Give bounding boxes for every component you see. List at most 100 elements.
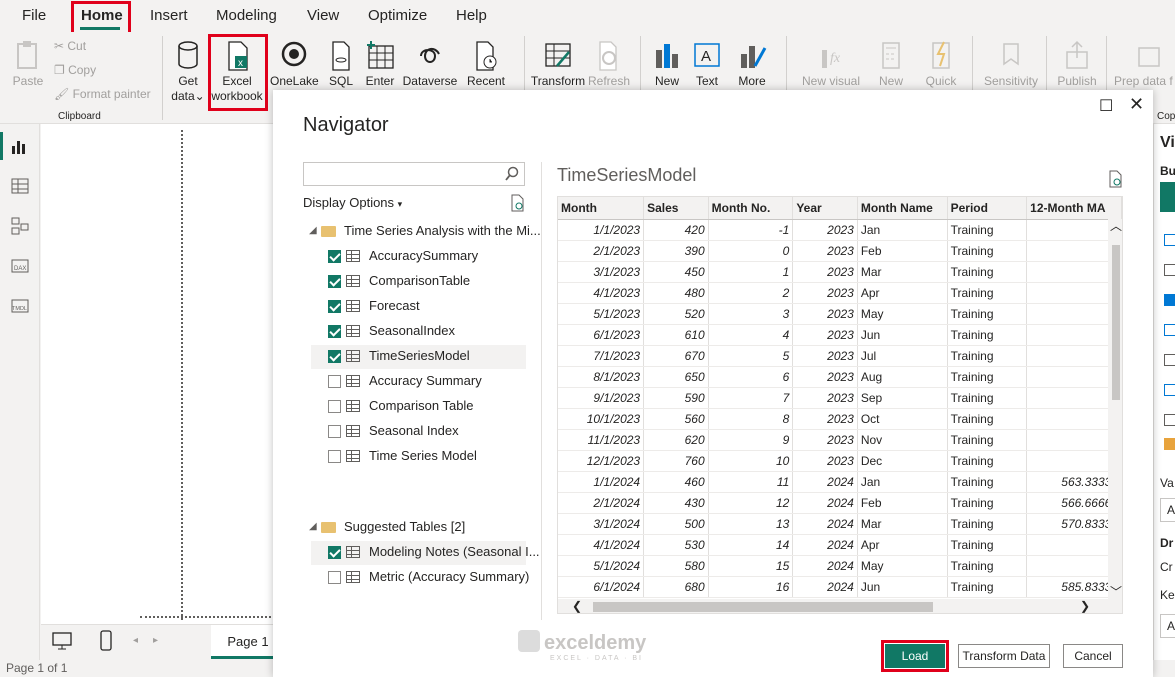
checkbox-checked[interactable] [328, 325, 341, 338]
enter-data-button[interactable]: Enter [362, 40, 398, 89]
model-view-icon[interactable] [10, 216, 30, 236]
get-data-button[interactable]: Get data⌄ [168, 40, 208, 104]
visual-type-icon[interactable] [1164, 324, 1175, 336]
paste-button[interactable]: Paste [10, 40, 46, 89]
column-header[interactable]: Month Name [857, 197, 948, 220]
tree-item-forecast[interactable]: Forecast [311, 295, 526, 319]
text-box-button[interactable]: A Text [690, 40, 724, 89]
tree-item-timeseriesmodel[interactable]: TimeSeriesModel [311, 345, 526, 369]
visual-type-icon[interactable] [1164, 438, 1175, 450]
vertical-scrollbar[interactable]: ︿ ﹀ [1108, 217, 1122, 600]
next-page-icon[interactable]: ▸ [153, 635, 158, 646]
tree-item-comparison-table-sheet[interactable]: Comparison Table [311, 395, 526, 419]
prep-data-button[interactable]: Prep data f [1114, 40, 1175, 89]
collapse-icon[interactable]: ◢ [309, 516, 317, 538]
new-visual-button[interactable]: New [648, 40, 686, 89]
checkbox-unchecked[interactable] [328, 450, 341, 463]
mobile-view-icon[interactable] [99, 629, 113, 653]
checkbox-checked[interactable] [328, 275, 341, 288]
column-header[interactable]: Month [558, 197, 645, 220]
dax-query-icon[interactable]: DAX [10, 256, 30, 276]
cancel-button[interactable]: Cancel [1063, 644, 1123, 668]
add-data-field[interactable]: Ad [1160, 498, 1175, 522]
menu-help[interactable]: Help [456, 7, 487, 24]
menu-insert[interactable]: Insert [150, 7, 188, 24]
report-canvas[interactable] [41, 124, 273, 624]
refresh-button[interactable]: Refresh [587, 40, 631, 89]
checkbox-unchecked[interactable] [328, 375, 341, 388]
more-visuals-button[interactable]: More [732, 40, 772, 89]
new-visual-calc-button[interactable]: fx New visual [800, 40, 862, 89]
format-painter-button[interactable]: 🖌 Format painter [54, 87, 151, 101]
checkbox-checked[interactable] [328, 300, 341, 313]
tmdl-view-icon[interactable]: TMDL [10, 296, 30, 316]
publish-button[interactable]: Publish [1052, 40, 1102, 89]
menu-optimize[interactable]: Optimize [368, 7, 427, 24]
scroll-up-icon[interactable]: ︿ [1110, 217, 1122, 234]
tree-item-accuracy-summary-sheet[interactable]: Accuracy Summary [311, 370, 526, 394]
tree-folder-workbook[interactable]: ◢ Time Series Analysis with the Mi... [309, 220, 541, 244]
tree-item-seasonal-index-sheet[interactable]: Seasonal Index [311, 420, 526, 444]
visual-type-icon[interactable] [1164, 354, 1175, 366]
visual-type-icon[interactable] [1164, 264, 1175, 276]
tree-item-modeling-notes[interactable]: Modeling Notes (Seasonal I... [311, 541, 540, 565]
tree-item-metric[interactable]: Metric (Accuracy Summary) [311, 566, 529, 590]
sql-button[interactable]: SQL [326, 40, 356, 89]
scroll-left-icon[interactable]: ❮ [572, 599, 582, 613]
desktop-view-icon[interactable] [51, 631, 73, 651]
table-view-icon[interactable] [10, 176, 30, 196]
checkbox-unchecked[interactable] [328, 571, 341, 584]
column-header[interactable]: Sales [643, 197, 709, 220]
visual-type-icon[interactable] [1164, 294, 1175, 306]
quick-measure-button[interactable]: Quick [920, 40, 962, 89]
dataverse-button[interactable]: Dataverse [402, 40, 458, 89]
scroll-right-icon[interactable]: ❯ [1080, 599, 1090, 613]
new-measure-button[interactable]: New [872, 40, 910, 89]
column-header[interactable]: Period [947, 197, 1028, 220]
checkbox-unchecked[interactable] [328, 400, 341, 413]
scroll-down-icon[interactable]: ﹀ [1110, 583, 1122, 600]
copy-button[interactable]: ❐ Copy [54, 63, 96, 77]
column-header[interactable]: Year [792, 197, 858, 220]
search-icon[interactable] [504, 166, 520, 182]
tree-folder-suggested[interactable]: ◢ Suggested Tables [2] [309, 516, 529, 540]
vertical-scroll-thumb[interactable] [1112, 245, 1120, 400]
tree-item-time-series-model-sheet[interactable]: Time Series Model [311, 445, 526, 469]
visual-type-icon[interactable] [1164, 384, 1175, 396]
recent-sources-button[interactable]: Recent [464, 40, 508, 89]
checkbox-checked[interactable] [328, 546, 341, 559]
visual-type-icon[interactable] [1164, 234, 1175, 246]
menu-file[interactable]: File [22, 7, 46, 24]
prev-page-icon[interactable]: ◂ [133, 635, 138, 646]
transform-data-button[interactable]: Transform [530, 40, 586, 89]
refresh-preview-icon[interactable] [509, 194, 525, 212]
horizontal-scrollbar[interactable]: ❮ ❯ [558, 599, 1122, 613]
transform-data-button[interactable]: Transform Data [958, 644, 1050, 668]
preview-refresh-icon[interactable] [1107, 170, 1123, 188]
collapse-icon[interactable]: ◢ [309, 220, 317, 242]
checkbox-checked[interactable] [328, 250, 341, 263]
column-header[interactable]: Month No. [708, 197, 794, 220]
checkbox-checked[interactable] [328, 350, 341, 363]
horizontal-scroll-thumb[interactable] [593, 602, 933, 612]
tree-item-accuracysummary[interactable]: AccuracySummary [311, 245, 526, 269]
preview-grid[interactable]: Month Sales Month No. Year Month Name Period 1… [557, 196, 1123, 614]
add-drill-field[interactable]: Ad [1160, 614, 1175, 638]
onelake-button[interactable]: OneLake [270, 40, 319, 89]
column-header[interactable]: 12-Month MA [1026, 197, 1122, 220]
tree-item-comparisontable[interactable]: ComparisonTable [311, 270, 526, 294]
checkbox-unchecked[interactable] [328, 425, 341, 438]
maximize-icon[interactable]: ☐ [1099, 96, 1113, 116]
build-visual-icon[interactable] [1160, 182, 1175, 212]
visual-type-icon[interactable] [1164, 414, 1175, 426]
tree-item-seasonalindex[interactable]: SeasonalIndex [311, 320, 526, 344]
report-view-icon[interactable] [10, 136, 30, 156]
sensitivity-button[interactable]: Sensitivity [980, 40, 1042, 89]
display-options-dropdown[interactable]: Display Options ▾ [303, 195, 402, 210]
table-cell: 2023 [792, 240, 858, 262]
cut-button[interactable]: ✂ Cut [54, 39, 86, 53]
menu-modeling[interactable]: Modeling [216, 7, 277, 24]
menu-view[interactable]: View [307, 7, 339, 24]
close-icon[interactable]: ✕ [1129, 94, 1144, 115]
search-input[interactable] [303, 162, 525, 186]
